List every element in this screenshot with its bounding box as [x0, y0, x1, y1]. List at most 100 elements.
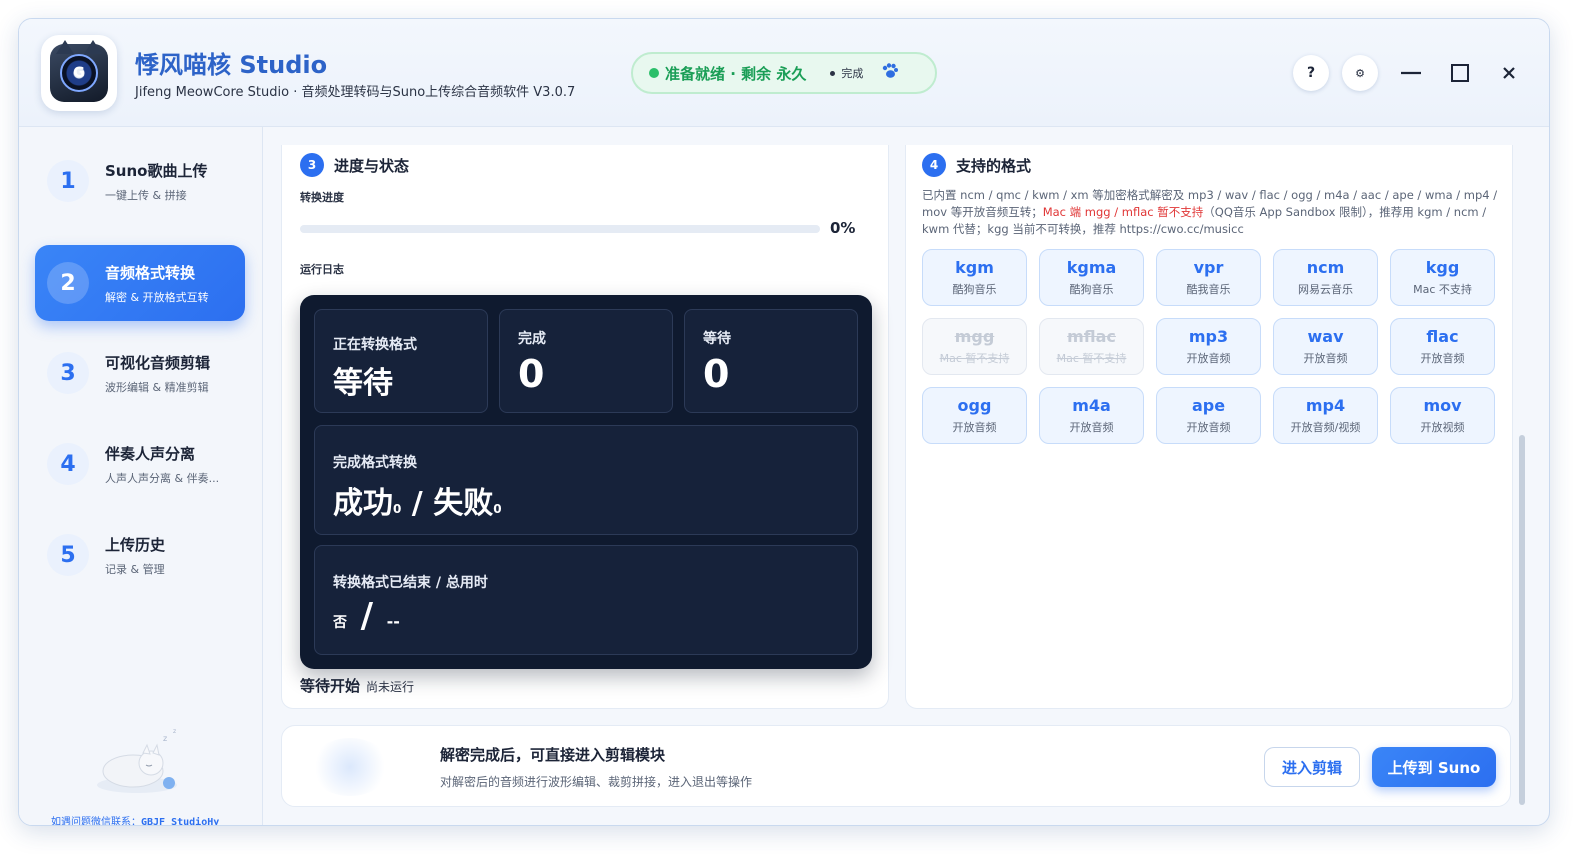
step-badge: 3	[300, 153, 324, 177]
enter-edit-button[interactable]: 进入剪辑	[1264, 747, 1360, 787]
nav-desc: 解密 & 开放格式互转	[105, 290, 209, 304]
upload-to-suno-button[interactable]: 上传到 Suno	[1372, 747, 1496, 787]
ready-dot-icon	[649, 68, 659, 78]
status-pill: 准备就绪 · 剩余 永久 完成	[631, 52, 937, 94]
format-card-kgm[interactable]: kgm 酷狗音乐	[922, 249, 1027, 306]
format-note: Mac 暂不支持	[1056, 352, 1127, 365]
progress-bar	[300, 225, 820, 233]
format-card-mp4[interactable]: mp4 开放音频/视频	[1273, 387, 1378, 444]
format-name: mflac	[1067, 327, 1116, 346]
result-value: 成功0 / 失败0	[333, 478, 502, 522]
app-title: 悸风喵核 Studio	[135, 51, 328, 79]
format-card-wav[interactable]: wav 开放音频	[1273, 318, 1378, 375]
format-card-ogg[interactable]: ogg 开放音频	[922, 387, 1027, 444]
done-card: 完成 0	[499, 309, 673, 413]
run-log-panel: 正在转换格式 等待 完成 0 等待 0 完成格式转换 成功0 / 失败0 转换格…	[300, 295, 872, 669]
sidebar-item-audio-edit[interactable]: 3 可视化音频剪辑 波形编辑 & 精准剪辑	[35, 335, 245, 411]
sidebar-item-suno-upload[interactable]: 1 Suno歌曲上传 一键上传 & 拼接	[35, 143, 245, 219]
format-card-mgg[interactable]: mgg Mac 暂不支持	[922, 318, 1027, 375]
sidebar: 1 Suno歌曲上传 一键上传 & 拼接 2 音频格式转换 解密 & 开放格式互…	[19, 127, 263, 825]
close-icon	[1503, 67, 1515, 79]
done-value: 0	[518, 352, 545, 396]
result-label: 完成格式转换	[333, 455, 417, 471]
progress-percent: 0%	[830, 219, 856, 237]
ended-value-row: 否 / --	[333, 596, 400, 636]
contact-info: 如遇问题微信联系：GBJF_StudioHy	[51, 813, 219, 825]
nav-number: 1	[47, 160, 89, 202]
app-window: G 悸风喵核 Studio Jifeng MeowCore Studio · 音…	[18, 18, 1550, 826]
format-note: 开放音频	[952, 421, 997, 434]
format-name: vpr	[1193, 258, 1224, 277]
minimize-icon	[1401, 71, 1421, 75]
glow-decoration	[310, 738, 390, 796]
result-card: 完成格式转换 成功0 / 失败0	[314, 425, 858, 535]
nav-number: 2	[47, 262, 89, 304]
format-name: mgg	[954, 327, 995, 346]
format-card-kgg[interactable]: kgg Mac 不支持	[1390, 249, 1495, 306]
sidebar-item-vocal-separation[interactable]: 4 伴奏人声分离 人声人声分离 & 伴奏...	[35, 426, 245, 502]
ended-card: 转换格式已结束 / 总用时 否 / --	[314, 545, 858, 655]
log-label: 运行日志	[300, 263, 344, 276]
format-note: 酷狗音乐	[1069, 283, 1114, 296]
settings-button[interactable]: ⚙	[1342, 55, 1378, 91]
waiting-label: 等待	[703, 331, 731, 347]
sidebar-item-upload-history[interactable]: 5 上传历史 记录 & 管理	[35, 517, 245, 593]
close-button[interactable]	[1495, 59, 1523, 87]
ended-time: --	[386, 612, 400, 631]
format-note: 开放音频	[1303, 352, 1348, 365]
format-name: wav	[1307, 327, 1344, 346]
format-card-ncm[interactable]: ncm 网易云音乐	[1273, 249, 1378, 306]
nav-title: Suno歌曲上传	[105, 161, 208, 180]
help-button[interactable]: ?	[1293, 55, 1329, 91]
nav-title: 可视化音频剪辑	[105, 353, 211, 372]
format-card-flac[interactable]: flac 开放音频	[1390, 318, 1495, 375]
format-note: 酷狗音乐	[952, 283, 997, 296]
scrollbar[interactable]	[1519, 435, 1525, 805]
format-card-mov[interactable]: mov 开放视频	[1390, 387, 1495, 444]
minimize-button[interactable]	[1397, 59, 1425, 87]
result-separator: /	[401, 486, 434, 521]
format-note: Mac 不支持	[1413, 283, 1472, 296]
nav-title: 上传历史	[105, 535, 166, 554]
formats-panel-title: 支持的格式	[956, 156, 1032, 175]
format-note: 开放视频	[1420, 421, 1465, 434]
sidebar-item-format-convert[interactable]: 2 音频格式转换 解密 & 开放格式互转	[35, 245, 245, 321]
step-badge: 4	[922, 153, 946, 177]
promo-subtitle: 对解密后的音频进行波形编辑、裁剪拼接，进入退出等操作	[440, 775, 753, 789]
format-name: ogg	[957, 396, 992, 415]
format-card-ape[interactable]: ape 开放音频	[1156, 387, 1261, 444]
waiting-value: 0	[703, 352, 730, 396]
format-card-mflac[interactable]: mflac Mac 暂不支持	[1039, 318, 1144, 375]
format-name: kgm	[955, 258, 994, 277]
nav-desc: 一键上传 & 拼接	[105, 188, 187, 202]
ended-separator: /	[360, 596, 373, 636]
format-card-mp3[interactable]: mp3 开放音频	[1156, 318, 1261, 375]
format-note: 开放音频	[1420, 352, 1465, 365]
fail-count: 0	[493, 502, 502, 516]
converting-value: 等待	[333, 366, 393, 401]
format-card-vpr[interactable]: vpr 酷我音乐	[1156, 249, 1261, 306]
format-card-m4a[interactable]: m4a 开放音频	[1039, 387, 1144, 444]
edit-promo-bar: 解密完成后，可直接进入剪辑模块 对解密后的音频进行波形编辑、裁剪拼接，进入退出等…	[281, 725, 1511, 807]
paw-icon[interactable]	[881, 62, 899, 85]
nav-desc: 人声人声分离 & 伴奏...	[105, 471, 220, 485]
nav-number: 4	[47, 443, 89, 485]
format-name: mp4	[1305, 396, 1346, 415]
success-word: 成功	[333, 486, 393, 521]
app-subtitle: Jifeng MeowCore Studio · 音频处理转码与Suno上传综合…	[135, 85, 576, 100]
format-note: 酷我音乐	[1186, 283, 1231, 296]
contact-id[interactable]: GBJF_StudioHy	[141, 817, 219, 825]
format-note: 开放音频	[1186, 352, 1231, 365]
nav-desc: 波形编辑 & 精准剪辑	[105, 380, 209, 394]
sleeping-cat-icon: z z	[97, 728, 177, 793]
svg-text:z: z	[173, 728, 176, 735]
svg-text:z: z	[163, 734, 167, 743]
progress-label: 转换进度	[300, 191, 344, 204]
format-card-kgma[interactable]: kgma 酷狗音乐	[1039, 249, 1144, 306]
promo-title: 解密完成后，可直接进入剪辑模块	[440, 746, 666, 764]
format-note: 开放音频/视频	[1290, 421, 1361, 434]
maximize-button[interactable]	[1446, 59, 1474, 87]
format-grid: kgm 酷狗音乐 kgma 酷狗音乐 vpr 酷我音乐 ncm 网易云音乐 kgg Mac 不支持…	[922, 249, 1498, 444]
dot-icon	[830, 70, 836, 76]
format-note: Mac 暂不支持	[939, 352, 1010, 365]
